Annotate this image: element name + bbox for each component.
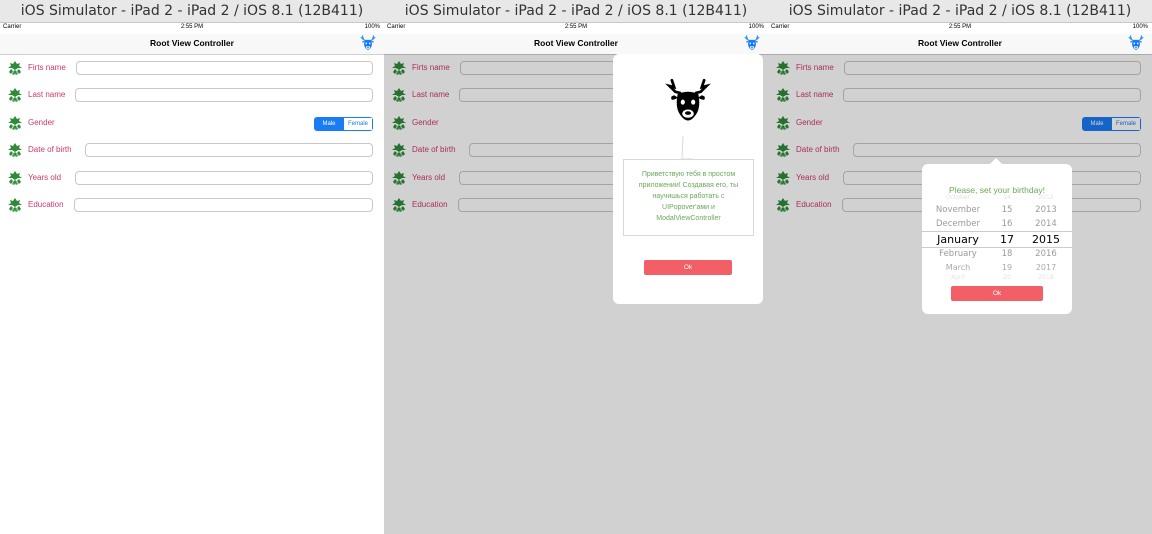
picker-day: 18 <box>1001 249 1013 259</box>
education-field[interactable] <box>74 198 373 212</box>
form-row-last-name: Last name <box>0 85 384 105</box>
picker-month: November <box>935 205 981 215</box>
clock-text: 2:55 PM <box>948 24 972 30</box>
window-title: iOS Simulator - iPad 2 - iPad 2 / iOS 8.… <box>768 0 1152 23</box>
form-row-gender: Gender Male Female <box>0 113 384 133</box>
simulator-window-3: iOS Simulator - iPad 2 - iPad 2 / iOS 8.… <box>768 0 1152 534</box>
picker-day: 15 <box>1001 205 1013 215</box>
picker-day: 19 <box>1001 263 1013 272</box>
first-name-label: Firts name <box>28 63 66 72</box>
picker-day: 16 <box>1001 219 1013 229</box>
form-row-years-old: Years old <box>0 168 384 188</box>
speech-callout-icon <box>681 136 692 160</box>
form-row-first-name: Firts name <box>0 58 384 78</box>
window-title: iOS Simulator - iPad 2 - iPad 2 / iOS 8.… <box>384 0 768 23</box>
clock-text: 2:55 PM <box>564 24 588 30</box>
picker-year-selected: 2015 <box>1032 233 1060 246</box>
education-label: Education <box>28 200 64 209</box>
status-bar: Carrier 2:55 PM 100% <box>384 22 768 34</box>
picker-year: 2014 <box>1035 219 1057 229</box>
picker-month: March <box>945 263 971 272</box>
form-row-education: Education <box>0 195 384 215</box>
picker-year: 2013 <box>1035 205 1057 215</box>
nav-title: Root View Controller <box>150 38 234 48</box>
picker-day: 14 <box>1003 194 1011 201</box>
form-row-date-of-birth: Date of birth <box>0 140 384 160</box>
picker-month-selected: January <box>937 233 979 246</box>
picker-year: 2017 <box>1035 263 1057 272</box>
years-old-field[interactable] <box>75 171 373 185</box>
birthday-date-picker[interactable]: October 14 2012 November 15 2013 Decembe… <box>922 194 1072 281</box>
picker-year: 2012 <box>1038 194 1054 201</box>
picker-day-selected: 17 <box>1000 233 1014 246</box>
picker-row[interactable]: February 18 2016 <box>922 249 1072 263</box>
gender-male-segment[interactable]: Male <box>315 118 343 130</box>
last-name-field[interactable] <box>75 88 373 102</box>
date-of-birth-label: Date of birth <box>28 145 72 154</box>
holly-icon <box>7 142 23 158</box>
gender-label: Gender <box>28 118 55 127</box>
picker-month: October <box>945 194 970 201</box>
holly-icon <box>7 60 23 76</box>
picker-year: 2016 <box>1035 249 1057 259</box>
picker-year: 2018 <box>1038 274 1054 281</box>
picker-month: April <box>951 274 965 281</box>
battery-text: 100% <box>1132 24 1148 30</box>
last-name-label: Last name <box>28 90 66 99</box>
deer-icon[interactable] <box>744 35 760 51</box>
holly-icon <box>7 87 23 103</box>
picker-day: 20 <box>1003 274 1011 281</box>
nav-title: Root View Controller <box>918 38 1002 48</box>
deer-icon[interactable] <box>1128 35 1144 51</box>
navigation-bar: Root View Controller <box>768 34 1152 55</box>
picker-month: February <box>939 249 977 259</box>
battery-text: 100% <box>748 24 764 30</box>
picker-month: December <box>935 219 981 229</box>
holly-icon <box>7 197 23 213</box>
ok-button[interactable]: Ok <box>951 286 1043 301</box>
status-bar: Carrier 2:55 PM 100% <box>0 22 384 34</box>
window-title: iOS Simulator - iPad 2 - iPad 2 / iOS 8.… <box>0 0 384 23</box>
birthday-popover: Please, set your birthday! October 14 20… <box>922 164 1072 314</box>
battery-text: 100% <box>364 24 380 30</box>
deer-head-icon <box>665 74 711 128</box>
simulator-window-2: iOS Simulator - iPad 2 - iPad 2 / iOS 8.… <box>384 0 768 534</box>
holly-icon <box>7 170 23 186</box>
clock-text: 2:55 PM <box>180 24 204 30</box>
welcome-message: Приветствую тебя в простом приложении! С… <box>623 159 754 236</box>
gender-segmented-control: Male Female <box>314 117 373 131</box>
years-old-label: Years old <box>28 173 62 182</box>
picker-row[interactable]: November 15 2013 <box>922 205 1072 219</box>
holly-icon <box>7 115 23 131</box>
navigation-bar: Root View Controller <box>0 34 384 55</box>
first-name-field[interactable] <box>76 61 373 75</box>
welcome-popover: Приветствую тебя в простом приложении! С… <box>613 54 763 304</box>
status-bar: Carrier 2:55 PM 100% <box>768 22 1152 34</box>
simulator-window-1: iOS Simulator - iPad 2 - iPad 2 / iOS 8.… <box>0 0 384 534</box>
deer-icon[interactable] <box>360 35 376 51</box>
picker-row-selected[interactable]: January 17 2015 <box>922 233 1072 247</box>
navigation-bar: Root View Controller <box>384 34 768 55</box>
date-of-birth-field[interactable] <box>85 143 373 157</box>
ok-button[interactable]: Ok <box>644 260 732 275</box>
nav-title: Root View Controller <box>534 38 618 48</box>
gender-female-segment[interactable]: Female <box>343 118 372 130</box>
